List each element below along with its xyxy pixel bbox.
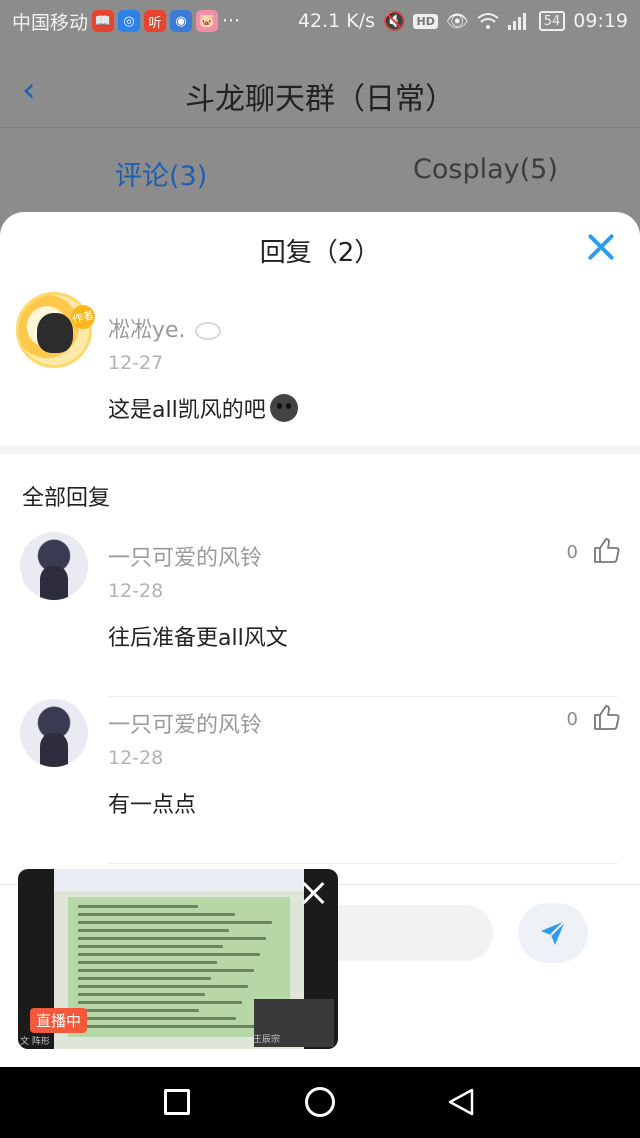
- recent-apps-icon[interactable]: [164, 1089, 190, 1115]
- author-name-text: 凇凇ye.: [108, 318, 186, 343]
- post-date: 12-27: [108, 352, 164, 374]
- document-line: [78, 985, 248, 988]
- hd-badge: HD: [413, 13, 438, 29]
- thumbs-up-icon[interactable]: [592, 536, 620, 564]
- section-divider: [0, 446, 640, 454]
- mute-icon: 🔇: [383, 10, 406, 32]
- reply-text: 往后准备更all风文: [108, 626, 288, 651]
- like-count: 0: [566, 709, 578, 730]
- reply-divider: [108, 863, 618, 864]
- browser-app-icon: ◉: [170, 10, 193, 32]
- reader-app-icon: 📖: [92, 10, 115, 32]
- send-icon: [541, 920, 566, 945]
- document-line: [78, 1017, 236, 1020]
- carrier-label: 中国移动: [12, 11, 89, 34]
- tab-cosplay[interactable]: Cosplay(5): [413, 154, 558, 185]
- thumbs-up-icon[interactable]: [592, 703, 620, 731]
- home-icon[interactable]: [305, 1087, 335, 1117]
- reply-author[interactable]: 一只可爱的风铃: [108, 540, 262, 572]
- page-title: 斗龙聊天群（日常）: [185, 82, 455, 117]
- document-line: [78, 953, 260, 956]
- document-line: [78, 969, 254, 972]
- document-line: [78, 905, 198, 908]
- document-line: [78, 977, 211, 980]
- signal-icon: [507, 13, 526, 30]
- document-line: [78, 1025, 273, 1028]
- wifi-icon: [477, 13, 499, 29]
- clock: 09:19: [573, 10, 628, 32]
- live-stream-window[interactable]: 直播中 文 阵形 王辰宗: [18, 869, 338, 1049]
- reply-text: 有一点点: [108, 793, 197, 818]
- tab-comments[interactable]: 评论(3): [115, 154, 207, 193]
- live-caption-left: 文 阵形: [20, 1037, 50, 1047]
- document-line: [78, 937, 266, 940]
- ting-app-icon: 听: [144, 10, 167, 32]
- reply-author[interactable]: 一只可爱的风铃: [108, 707, 262, 739]
- network-speed: 42.1 K/s: [297, 10, 376, 32]
- author-avatar[interactable]: 作者: [16, 292, 98, 368]
- close-icon[interactable]: [584, 230, 618, 264]
- sphere-app-icon: ◎: [118, 10, 141, 32]
- close-live-icon[interactable]: [300, 879, 328, 907]
- document-line: [78, 913, 235, 916]
- send-button[interactable]: [518, 903, 588, 963]
- reply-date: 12-28: [108, 747, 164, 769]
- all-replies-title: 全部回复: [22, 486, 111, 511]
- sheet-title: 回复（2）: [259, 238, 381, 268]
- header-divider: [0, 127, 640, 128]
- document-line: [78, 993, 205, 996]
- reply-avatar[interactable]: [20, 699, 88, 767]
- document-line: [78, 921, 272, 924]
- reply-avatar[interactable]: [20, 532, 88, 600]
- live-caption-right: 王辰宗: [252, 1035, 280, 1045]
- document-line: [78, 929, 229, 932]
- document-line: [78, 1001, 242, 1004]
- avatar-figure: [40, 566, 68, 600]
- status-bar: 中国移动 📖 ◎ 听 ◉ 🐷 ··· 42.1 K/s 🔇 HD 👁 54 09:19: [0, 0, 640, 42]
- black-face-emoji-icon: [269, 394, 298, 422]
- eye-icon: 👁: [445, 10, 469, 32]
- live-badge: 直播中: [30, 1008, 88, 1033]
- reply-date: 12-28: [108, 580, 164, 602]
- pig-app-icon: 🐷: [196, 10, 219, 32]
- battery-level: 54: [543, 13, 561, 29]
- reply-divider: [108, 696, 618, 697]
- avatar-figure: [40, 733, 68, 767]
- preview-toolbar: [54, 869, 304, 891]
- battery-indicator: 54: [538, 11, 566, 31]
- chat-bubble-icon: [194, 322, 221, 340]
- more-notifications-icon: ···: [222, 10, 241, 32]
- reply-item: 一只可爱的风铃 12-28 有一点点 0: [0, 699, 640, 864]
- document-line: [78, 945, 223, 948]
- post-text: 这是all凯风的吧: [108, 398, 266, 423]
- avatar-figure: [37, 313, 73, 353]
- document-line: [78, 961, 217, 964]
- system-nav-bar: [0, 1067, 640, 1138]
- author-name[interactable]: 凇凇ye.: [108, 312, 221, 344]
- post-content: 这是all凯风的吧: [108, 392, 298, 424]
- reply-item: 一只可爱的风铃 12-28 往后准备更all风文 0: [0, 532, 640, 697]
- like-count: 0: [566, 542, 578, 563]
- back-icon[interactable]: [446, 1087, 476, 1117]
- document-line: [78, 1009, 199, 1012]
